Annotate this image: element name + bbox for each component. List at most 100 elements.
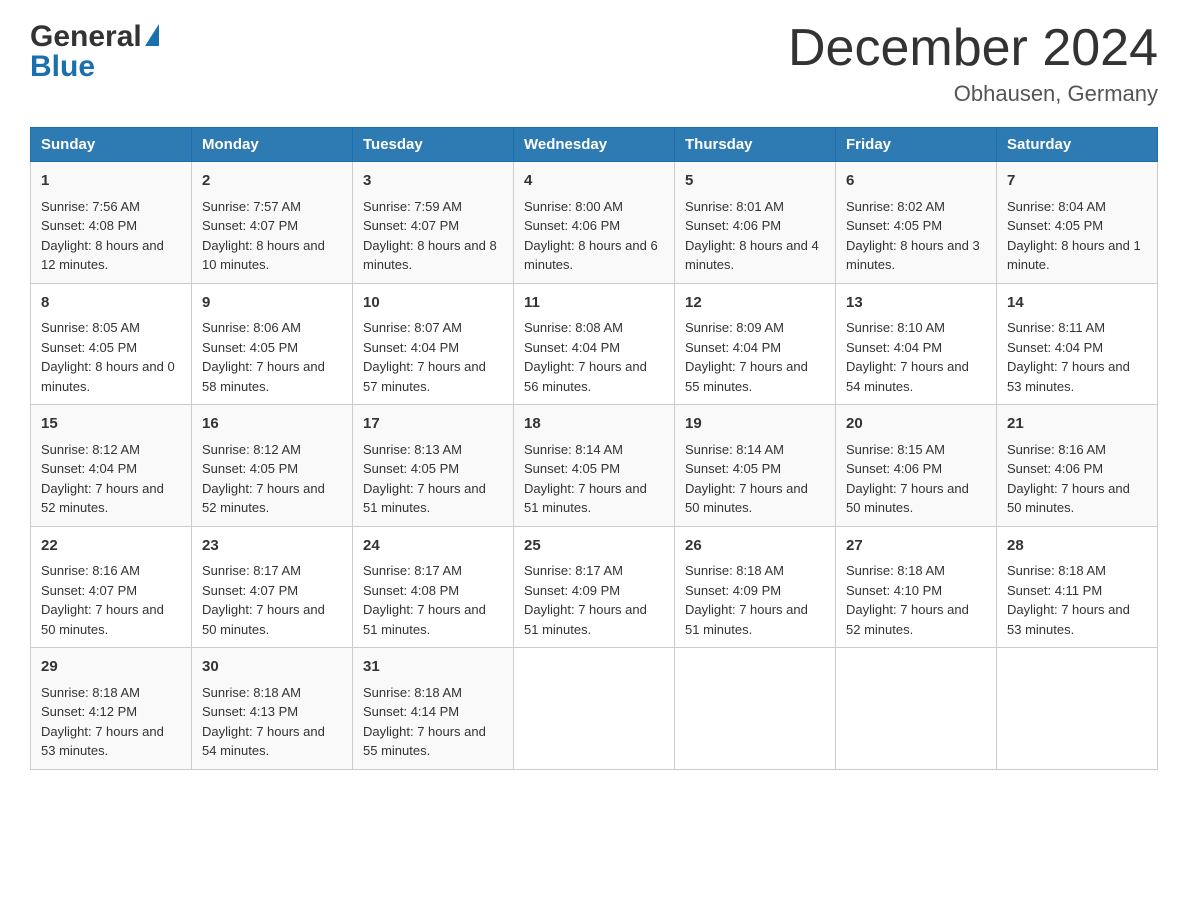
col-monday: Monday	[192, 128, 353, 162]
week-row-2: 8 Sunrise: 8:05 AMSunset: 4:05 PMDaylight…	[31, 283, 1158, 405]
day-info: Sunrise: 8:01 AMSunset: 4:06 PMDaylight:…	[685, 199, 819, 273]
day-number: 5	[685, 170, 825, 193]
calendar-cell: 11 Sunrise: 8:08 AMSunset: 4:04 PMDayligh…	[514, 283, 675, 405]
page-header: General Blue December 2024 Obhausen, Ger…	[30, 20, 1158, 107]
header-row: Sunday Monday Tuesday Wednesday Thursday…	[31, 128, 1158, 162]
day-number: 20	[846, 413, 986, 436]
calendar-cell: 10 Sunrise: 8:07 AMSunset: 4:04 PMDayligh…	[353, 283, 514, 405]
logo-blue-text: Blue	[30, 50, 159, 84]
day-number: 16	[202, 413, 342, 436]
calendar-cell: 19Sunrise: 8:14 AMSunset: 4:05 PMDayligh…	[675, 405, 836, 527]
day-info: Sunrise: 8:17 AMSunset: 4:08 PMDaylight:…	[363, 563, 486, 637]
calendar-cell: 28 Sunrise: 8:18 AMSunset: 4:11 PMDayligh…	[997, 526, 1158, 648]
day-info: Sunrise: 8:06 AMSunset: 4:05 PMDaylight:…	[202, 320, 325, 394]
day-number: 25	[524, 535, 664, 558]
day-info: Sunrise: 7:59 AMSunset: 4:07 PMDaylight:…	[363, 199, 497, 273]
day-number: 18	[524, 413, 664, 436]
day-info: Sunrise: 8:10 AMSunset: 4:04 PMDaylight:…	[846, 320, 969, 394]
calendar-cell: 2 Sunrise: 7:57 AMSunset: 4:07 PMDaylight…	[192, 162, 353, 284]
logo-triangle-icon	[145, 24, 159, 46]
day-number: 10	[363, 292, 503, 315]
day-info: Sunrise: 8:16 AMSunset: 4:06 PMDaylight:…	[1007, 442, 1130, 516]
day-info: Sunrise: 8:13 AMSunset: 4:05 PMDaylight:…	[363, 442, 486, 516]
day-number: 28	[1007, 535, 1147, 558]
day-info: Sunrise: 8:18 AMSunset: 4:11 PMDaylight:…	[1007, 563, 1130, 637]
day-info: Sunrise: 8:08 AMSunset: 4:04 PMDaylight:…	[524, 320, 647, 394]
day-info: Sunrise: 8:04 AMSunset: 4:05 PMDaylight:…	[1007, 199, 1141, 273]
day-number: 8	[41, 292, 181, 315]
calendar-cell: 12 Sunrise: 8:09 AMSunset: 4:04 PMDayligh…	[675, 283, 836, 405]
day-number: 11	[524, 292, 664, 315]
day-info: Sunrise: 8:02 AMSunset: 4:05 PMDaylight:…	[846, 199, 980, 273]
calendar-cell: 14Sunrise: 8:11 AMSunset: 4:04 PMDayligh…	[997, 283, 1158, 405]
day-info: Sunrise: 8:11 AMSunset: 4:04 PMDaylight:…	[1007, 320, 1130, 394]
day-info: Sunrise: 8:00 AMSunset: 4:06 PMDaylight:…	[524, 199, 658, 273]
day-info: Sunrise: 7:57 AMSunset: 4:07 PMDaylight:…	[202, 199, 325, 273]
day-info: Sunrise: 8:18 AMSunset: 4:14 PMDaylight:…	[363, 685, 486, 759]
day-number: 26	[685, 535, 825, 558]
calendar-table: Sunday Monday Tuesday Wednesday Thursday…	[30, 127, 1158, 770]
day-info: Sunrise: 8:15 AMSunset: 4:06 PMDaylight:…	[846, 442, 969, 516]
calendar-cell: 29Sunrise: 8:18 AMSunset: 4:12 PMDayligh…	[31, 648, 192, 770]
day-number: 9	[202, 292, 342, 315]
day-number: 6	[846, 170, 986, 193]
day-info: Sunrise: 8:09 AMSunset: 4:04 PMDaylight:…	[685, 320, 808, 394]
logo-general-text: General	[30, 20, 142, 54]
calendar-cell	[675, 648, 836, 770]
month-title: December 2024	[788, 20, 1158, 77]
calendar-cell: 5 Sunrise: 8:01 AMSunset: 4:06 PMDaylight…	[675, 162, 836, 284]
calendar-cell	[997, 648, 1158, 770]
col-wednesday: Wednesday	[514, 128, 675, 162]
calendar-cell: 27Sunrise: 8:18 AMSunset: 4:10 PMDayligh…	[836, 526, 997, 648]
day-info: Sunrise: 8:12 AMSunset: 4:04 PMDaylight:…	[41, 442, 164, 516]
col-thursday: Thursday	[675, 128, 836, 162]
title-block: December 2024 Obhausen, Germany	[788, 20, 1158, 107]
day-info: Sunrise: 8:18 AMSunset: 4:10 PMDaylight:…	[846, 563, 969, 637]
day-number: 19	[685, 413, 825, 436]
calendar-cell: 26 Sunrise: 8:18 AMSunset: 4:09 PMDayligh…	[675, 526, 836, 648]
calendar-cell: 24Sunrise: 8:17 AMSunset: 4:08 PMDayligh…	[353, 526, 514, 648]
calendar-cell: 16 Sunrise: 8:12 AMSunset: 4:05 PMDayligh…	[192, 405, 353, 527]
calendar-cell	[514, 648, 675, 770]
calendar-cell: 20 Sunrise: 8:15 AMSunset: 4:06 PMDayligh…	[836, 405, 997, 527]
calendar-cell: 23 Sunrise: 8:17 AMSunset: 4:07 PMDayligh…	[192, 526, 353, 648]
week-row-3: 15 Sunrise: 8:12 AMSunset: 4:04 PMDayligh…	[31, 405, 1158, 527]
calendar-cell: 7Sunrise: 8:04 AMSunset: 4:05 PMDaylight…	[997, 162, 1158, 284]
day-number: 12	[685, 292, 825, 315]
day-number: 31	[363, 656, 503, 679]
day-number: 23	[202, 535, 342, 558]
day-number: 2	[202, 170, 342, 193]
day-info: Sunrise: 8:16 AMSunset: 4:07 PMDaylight:…	[41, 563, 164, 637]
day-number: 3	[363, 170, 503, 193]
calendar-cell: 4Sunrise: 8:00 AMSunset: 4:06 PMDaylight…	[514, 162, 675, 284]
week-row-5: 29Sunrise: 8:18 AMSunset: 4:12 PMDayligh…	[31, 648, 1158, 770]
week-row-1: 1 Sunrise: 7:56 AMSunset: 4:08 PMDaylight…	[31, 162, 1158, 284]
day-info: Sunrise: 8:18 AMSunset: 4:09 PMDaylight:…	[685, 563, 808, 637]
day-info: Sunrise: 8:07 AMSunset: 4:04 PMDaylight:…	[363, 320, 486, 394]
day-number: 22	[41, 535, 181, 558]
day-info: Sunrise: 7:56 AMSunset: 4:08 PMDaylight:…	[41, 199, 164, 273]
day-info: Sunrise: 8:17 AMSunset: 4:09 PMDaylight:…	[524, 563, 647, 637]
location-text: Obhausen, Germany	[788, 81, 1158, 107]
day-info: Sunrise: 8:05 AMSunset: 4:05 PMDaylight:…	[41, 320, 175, 394]
calendar-cell: 9 Sunrise: 8:06 AMSunset: 4:05 PMDaylight…	[192, 283, 353, 405]
calendar-cell: 17Sunrise: 8:13 AMSunset: 4:05 PMDayligh…	[353, 405, 514, 527]
calendar-cell: 22 Sunrise: 8:16 AMSunset: 4:07 PMDayligh…	[31, 526, 192, 648]
day-info: Sunrise: 8:18 AMSunset: 4:13 PMDaylight:…	[202, 685, 325, 759]
col-friday: Friday	[836, 128, 997, 162]
day-info: Sunrise: 8:17 AMSunset: 4:07 PMDaylight:…	[202, 563, 325, 637]
calendar-cell	[836, 648, 997, 770]
calendar-cell: 8 Sunrise: 8:05 AMSunset: 4:05 PMDaylight…	[31, 283, 192, 405]
day-number: 13	[846, 292, 986, 315]
day-number: 21	[1007, 413, 1147, 436]
day-info: Sunrise: 8:18 AMSunset: 4:12 PMDaylight:…	[41, 685, 164, 759]
col-tuesday: Tuesday	[353, 128, 514, 162]
day-info: Sunrise: 8:12 AMSunset: 4:05 PMDaylight:…	[202, 442, 325, 516]
calendar-cell: 25 Sunrise: 8:17 AMSunset: 4:09 PMDayligh…	[514, 526, 675, 648]
calendar-cell: 3 Sunrise: 7:59 AMSunset: 4:07 PMDaylight…	[353, 162, 514, 284]
week-row-4: 22 Sunrise: 8:16 AMSunset: 4:07 PMDayligh…	[31, 526, 1158, 648]
day-number: 15	[41, 413, 181, 436]
day-info: Sunrise: 8:14 AMSunset: 4:05 PMDaylight:…	[524, 442, 647, 516]
logo: General Blue	[30, 20, 159, 84]
day-number: 1	[41, 170, 181, 193]
